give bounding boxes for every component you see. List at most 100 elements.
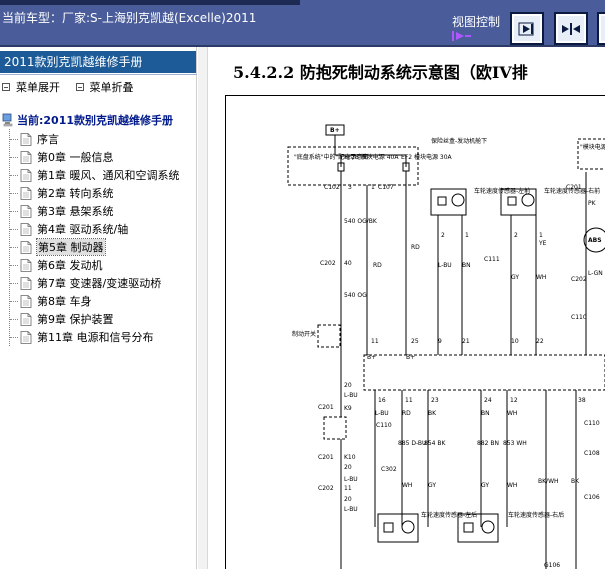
conn-c201: C201 [566, 184, 582, 191]
svg-text:BK: BK [428, 410, 437, 417]
next-page-button[interactable] [510, 12, 544, 45]
svg-text:BN: BN [481, 410, 490, 417]
tree-root[interactable]: 当前:2011款别克凯越维修手册 [2, 112, 173, 128]
wire-bk-wh: BK/WH [538, 478, 559, 485]
view-control-label: 视图控制 [452, 15, 501, 29]
more-button[interactable] [597, 12, 605, 45]
computer-icon [2, 113, 13, 127]
wire-gy: GY [511, 274, 519, 281]
svg-text:24: 24 [484, 397, 492, 404]
svg-text:C202: C202 [318, 485, 334, 492]
tree-connector [10, 174, 18, 176]
wire-854: 854 BK [424, 440, 446, 447]
top-header: 当前车型：厂家:S-上海别克凯越(Excelle)2011 视图控制 [0, 0, 605, 47]
svg-text:10: 10 [511, 338, 519, 345]
pin-40: 40 [344, 260, 352, 267]
svg-text:23: 23 [431, 397, 439, 404]
tree-item[interactable]: 第7章 变速器/变速驱动桥 [0, 274, 161, 292]
document-icon [20, 240, 32, 254]
tree-item[interactable]: 第9章 保护装置 [0, 310, 114, 328]
menu-collapse-button[interactable]: 菜单折叠 [75, 79, 134, 95]
conn-c110c: C110 [584, 420, 600, 427]
svg-text:12: 12 [510, 397, 518, 404]
tree-item[interactable]: 第11章 电源和信号分布 [0, 328, 154, 346]
current-vehicle-title: 当前车型：厂家:S-上海别克凯越(Excelle)2011 [2, 11, 257, 25]
svg-text:38: 38 [578, 397, 586, 404]
tree-connector [10, 264, 18, 266]
tree-connector [10, 192, 18, 194]
tree-item-label: 第11章 电源和信号分布 [37, 331, 154, 344]
wire-rd-2: RD [411, 244, 420, 251]
wire-540-og-bk: 540 OG/BK [344, 218, 378, 225]
tree-connector [10, 228, 18, 230]
document-icon [20, 204, 32, 218]
page-title: 5.4.2.2 防抱死制动系统示意图（欧IV排 [233, 63, 528, 82]
header-strip [0, 0, 300, 5]
abs-module-label: ABS [588, 237, 602, 244]
svg-text:1: 1 [539, 232, 543, 239]
conn-c302: C302 [381, 466, 397, 473]
tree-item-label: 第6章 发动机 [37, 259, 103, 272]
arrow-right-bar-icon [518, 22, 534, 35]
svg-text:16: 16 [378, 397, 386, 404]
svg-text:20: 20 [344, 382, 352, 389]
tree-item[interactable]: 第1章 暖风、通风和空调系统 [0, 166, 180, 184]
tree-item[interactable]: 序言 [0, 130, 59, 148]
tree-item-label: 第5章 制动器 [36, 238, 106, 256]
conn-c106: C106 [584, 494, 600, 501]
svg-text:GY: GY [428, 482, 436, 489]
svg-text:RD: RD [402, 410, 411, 417]
tree-item-label: 第9章 保护装置 [37, 313, 114, 326]
svg-text:21: 21 [462, 338, 470, 345]
pin-1: 1 [371, 184, 375, 191]
document-icon [20, 258, 32, 272]
svg-text:WH: WH [507, 482, 517, 489]
tree-root-label: 当前:2011款别克凯越维修手册 [17, 114, 174, 127]
fuse-left-label: EF26 模块电源 40A [344, 153, 399, 161]
svg-text:B+: B+ [367, 354, 376, 361]
wire-rd: RD [373, 262, 382, 269]
tree-connector [10, 300, 18, 302]
document-icon [20, 168, 32, 182]
tree-item[interactable]: 第8章 车身 [0, 292, 92, 310]
fit-width-button[interactable] [554, 12, 588, 45]
svg-text:K10: K10 [344, 454, 356, 461]
fuse-box-note: 保险丝盒-发动机舱下 [431, 137, 487, 145]
sensor-lr-label: 车轮速度传感器-左后 [421, 511, 477, 519]
conn-c107: C107 [378, 184, 394, 191]
view-slider-icon[interactable] [452, 30, 472, 42]
tree-item[interactable]: 第0章 一般信息 [0, 148, 114, 166]
tree-item-label: 第0章 一般信息 [37, 151, 114, 164]
abs-wiring-diagram: B+ "底盘系统"中的"配电示意图" 保险丝盒-发动机舱下 EF26 模块电源 … [287, 124, 605, 569]
tree-item[interactable]: 第2章 转向系统 [0, 184, 114, 202]
tree-connector [10, 246, 18, 248]
tree-connector [10, 318, 18, 320]
svg-text:L-BU: L-BU [344, 506, 358, 513]
svg-text:9: 9 [438, 338, 442, 345]
wire-540-og: 540 OG [344, 292, 367, 299]
svg-text:YE: YE [538, 240, 547, 247]
sidebar: 2011款别克凯越维修手册 菜单展开 菜单折叠 当前:2011款别克凯越维修手册… [0, 47, 197, 569]
tree-item[interactable]: 第6章 发动机 [0, 256, 103, 274]
tree-connector [10, 156, 18, 158]
minus-box-icon [75, 83, 84, 91]
tree-item[interactable]: 第4章 驱动系统/轴 [0, 220, 128, 238]
svg-text:2: 2 [514, 232, 518, 239]
tree-connector [10, 210, 18, 212]
wire-wh: WH [536, 274, 546, 281]
menu-expand-button[interactable]: 菜单展开 [2, 79, 60, 95]
svg-text:L-BU: L-BU [344, 392, 358, 399]
svg-text:WH: WH [402, 482, 412, 489]
wire-882: 882 BN [477, 440, 499, 447]
splitter[interactable] [198, 47, 208, 569]
svg-text:25: 25 [411, 338, 419, 345]
sensor-rr-label: 车轮速度传感器-右后 [508, 511, 564, 519]
conn-c202b: C202 [571, 276, 587, 283]
wire-853: 853 WH [503, 440, 527, 447]
tree-item[interactable]: 第3章 悬架系统 [0, 202, 114, 220]
svg-text:BK: BK [571, 478, 580, 485]
tree-item[interactable]: 第5章 制动器 [0, 238, 106, 256]
svg-text:2: 2 [441, 232, 445, 239]
double-arrow-icon [562, 22, 580, 35]
svg-text:L-BU: L-BU [375, 410, 389, 417]
